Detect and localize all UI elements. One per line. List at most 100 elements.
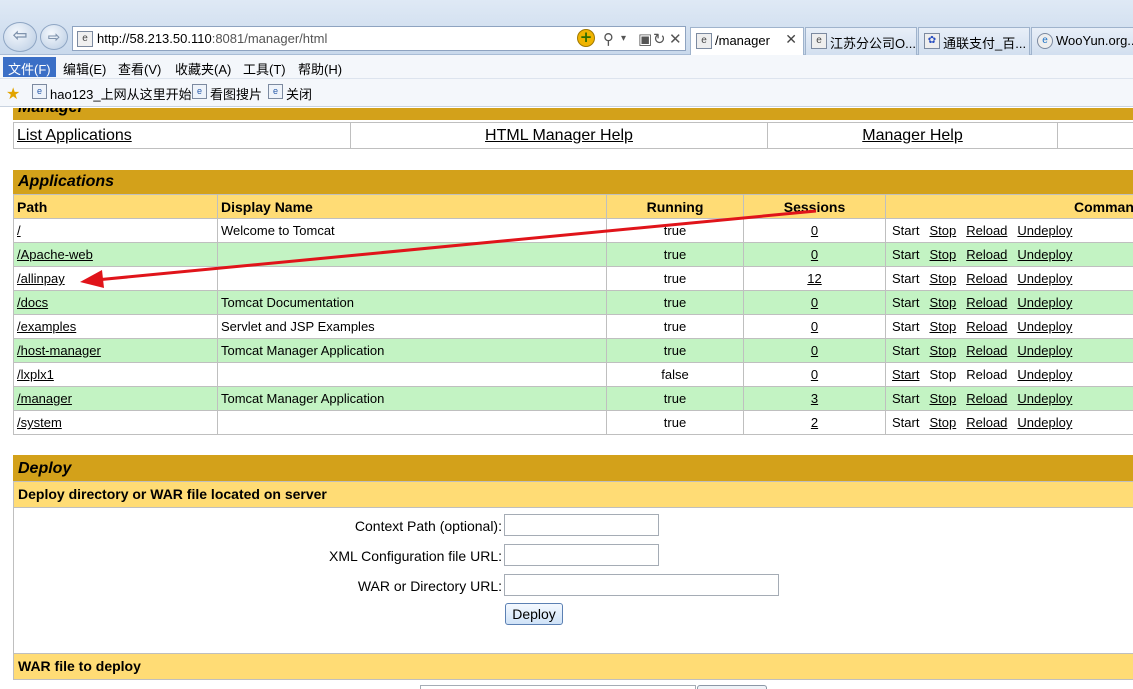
app-path-cell: /system [13, 410, 218, 435]
menu-view[interactable]: 查看(V) [113, 57, 166, 77]
app-sessions-link[interactable]: 2 [811, 415, 818, 430]
reload-command[interactable]: Reload [966, 223, 1007, 238]
tab-manager[interactable]: e /manager ✕ [690, 27, 804, 55]
war-dir-input[interactable] [504, 574, 779, 596]
xml-config-input[interactable] [504, 544, 659, 566]
html-manager-help-link[interactable]: HTML Manager Help [485, 127, 633, 144]
favorites-star-icon[interactable]: ★ [6, 84, 20, 103]
stop-command[interactable]: Stop [929, 415, 956, 430]
browse-button[interactable] [697, 685, 767, 689]
app-path-link[interactable]: /docs [17, 295, 48, 310]
table-row: /docs Tomcat Documentation true 0 Start Stop R… [13, 290, 1133, 315]
stop-command[interactable]: Stop [929, 271, 956, 286]
undeploy-command[interactable]: Undeploy [1017, 319, 1072, 334]
app-sessions-link[interactable]: 0 [811, 247, 818, 262]
reload-command: Reload [966, 367, 1008, 382]
app-path-link[interactable]: /host-manager [17, 343, 101, 358]
compatibility-view-icon[interactable]: + [577, 29, 595, 47]
address-bar[interactable]: e http://58.213.50.110:8081/manager/html… [72, 26, 686, 51]
stop-command[interactable]: Stop [929, 343, 956, 358]
stop-command[interactable]: Stop [929, 319, 956, 334]
stop-command[interactable]: Stop [929, 391, 956, 406]
favorites-bar: ★ e hao123_上网从这里开始 e 看图搜片 e 关闭 [0, 79, 1133, 107]
undeploy-command[interactable]: Undeploy [1017, 223, 1072, 238]
app-path-cell: /examples [13, 314, 218, 339]
reload-command[interactable]: Reload [966, 271, 1007, 286]
app-sessions-link[interactable]: 0 [811, 367, 818, 382]
reload-command[interactable]: Reload [966, 415, 1007, 430]
app-path-link[interactable]: / [17, 223, 21, 238]
app-display-name [217, 362, 607, 387]
stop-command[interactable]: Stop [929, 223, 956, 238]
app-commands-cell: Start Stop Reload Undeploy [885, 410, 1133, 435]
list-applications-link[interactable]: List Applications [17, 127, 132, 144]
address-url[interactable]: http://58.213.50.110:8081/manager/html [97, 31, 327, 46]
app-commands-cell: Start Stop Reload Undeploy [885, 362, 1133, 387]
dropdown-arrow-icon[interactable]: ▾ [621, 30, 626, 48]
menu-help[interactable]: 帮助(H) [293, 57, 347, 77]
menu-file[interactable]: 文件(F) [3, 57, 56, 77]
undeploy-command[interactable]: Undeploy [1017, 271, 1072, 286]
reload-command[interactable]: Reload [966, 343, 1007, 358]
app-path-link[interactable]: /allinpay [17, 271, 65, 286]
tab-wooyun[interactable]: e WooYun.org... [1031, 27, 1133, 55]
menu-favorites[interactable]: 收藏夹(A) [170, 57, 236, 77]
app-path-link[interactable]: /examples [17, 319, 76, 334]
reload-command[interactable]: Reload [966, 247, 1007, 262]
undeploy-command[interactable]: Undeploy [1017, 415, 1072, 430]
tab-allinpay-baidu[interactable]: ✿ 通联支付_百... [918, 27, 1030, 55]
app-commands-cell: Start Stop Reload Undeploy [885, 386, 1133, 411]
stop-icon[interactable]: ✕ [669, 30, 682, 48]
undeploy-command[interactable]: Undeploy [1017, 247, 1072, 262]
manager-help-link[interactable]: Manager Help [862, 127, 963, 144]
favorite-image-search[interactable]: e 看图搜片 [192, 84, 262, 103]
context-path-input[interactable] [504, 514, 659, 536]
nav-cell: Manager Help [767, 122, 1058, 149]
back-arrow-icon: ⇦ [12, 25, 28, 46]
undeploy-command[interactable]: Undeploy [1017, 391, 1072, 406]
app-sessions-link[interactable]: 0 [811, 319, 818, 334]
tab-label: WooYun.org... [1056, 33, 1133, 48]
column-header-display-name: Display Name [217, 194, 607, 219]
forward-button[interactable]: ⇨ [40, 24, 68, 50]
stop-command[interactable]: Stop [929, 295, 956, 310]
reload-command[interactable]: Reload [966, 319, 1007, 334]
nav-cell: HTML Manager Help [350, 122, 768, 149]
search-icon[interactable]: ⚲ [603, 30, 614, 48]
url-host: http://58.213.50.110 [97, 31, 212, 46]
app-sessions-link[interactable]: 0 [811, 223, 818, 238]
app-sessions-link[interactable]: 0 [811, 295, 818, 310]
app-path-link[interactable]: /system [17, 415, 62, 430]
favorite-close[interactable]: e 关闭 [268, 84, 312, 103]
back-button[interactable]: ⇦ [3, 22, 37, 52]
war-file-input[interactable] [420, 685, 696, 689]
deploy-button[interactable]: Deploy [505, 603, 563, 625]
reload-command[interactable]: Reload [966, 295, 1007, 310]
undeploy-command[interactable]: Undeploy [1017, 367, 1072, 382]
refresh-icon[interactable]: ↻ [653, 30, 666, 48]
app-path-link[interactable]: /lxplx1 [17, 367, 54, 382]
app-sessions-link[interactable]: 3 [811, 391, 818, 406]
undeploy-command[interactable]: Undeploy [1017, 343, 1072, 358]
app-sessions-link[interactable]: 12 [807, 271, 821, 286]
app-path-link[interactable]: /manager [17, 391, 72, 406]
page-icon[interactable]: ▣ [638, 30, 652, 48]
tab-jiangsu[interactable]: e 江苏分公司O... [805, 27, 917, 55]
favorite-page-icon: e [32, 84, 47, 99]
reload-command[interactable]: Reload [966, 391, 1007, 406]
app-path-link[interactable]: /Apache-web [17, 247, 93, 262]
app-sessions-link[interactable]: 0 [811, 343, 818, 358]
tab-label: /manager [715, 33, 770, 48]
table-row: /examples Servlet and JSP Examples true 0 St… [13, 314, 1133, 339]
stop-command: Stop [929, 367, 957, 382]
deploy-server-subheader: Deploy directory or WAR file located on … [13, 481, 1133, 508]
menu-edit[interactable]: 编辑(E) [58, 57, 111, 77]
tab-close-icon[interactable]: ✕ [785, 32, 797, 48]
table-row: /manager Tomcat Manager Application true 3 S… [13, 386, 1133, 411]
start-command: Start [892, 415, 920, 430]
undeploy-command[interactable]: Undeploy [1017, 295, 1072, 310]
stop-command[interactable]: Stop [929, 247, 956, 262]
favorite-hao123[interactable]: e hao123_上网从这里开始 [32, 84, 192, 103]
menu-tools[interactable]: 工具(T) [238, 57, 291, 77]
start-command[interactable]: Start [892, 367, 919, 382]
